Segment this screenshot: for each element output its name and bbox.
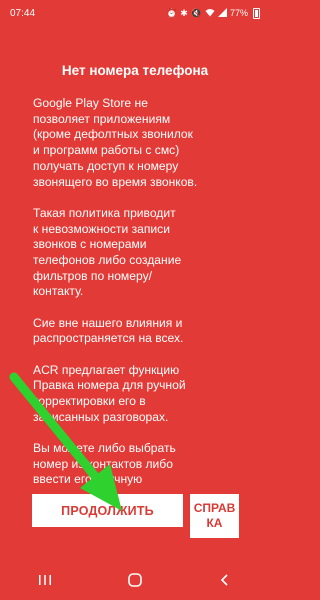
bluetooth-icon: ✱ xyxy=(180,7,188,18)
battery-icon xyxy=(253,7,260,19)
dialog-body: Google Play Store не позволяет приложени… xyxy=(33,96,265,491)
body-paragraph: Google Play Store не позволяет приложени… xyxy=(33,96,198,189)
body-paragraph: Такая политика приводит к невозможности … xyxy=(33,205,182,299)
navigation-bar xyxy=(0,560,270,600)
body-paragraph: Вы можете либо выбрать номер из контакто… xyxy=(33,441,176,487)
body-paragraph: ACR предлагает функцию Правка номера для… xyxy=(33,362,186,424)
home-icon[interactable] xyxy=(115,565,155,595)
help-button[interactable]: СПРАВ КА xyxy=(190,494,239,538)
recents-icon[interactable] xyxy=(25,565,65,595)
status-bar: 07:44 ⏰ ✱ 🔇 77% xyxy=(0,0,270,26)
wifi-icon xyxy=(205,8,215,19)
status-icons: ⏰ ✱ 🔇 77% xyxy=(166,7,260,19)
continue-button[interactable]: ПРОДОЛЖИТЬ xyxy=(32,494,183,527)
mute-icon: 🔇 xyxy=(190,7,202,18)
body-paragraph: Сие вне нашего влияния и распространяетс… xyxy=(33,315,184,346)
back-icon[interactable] xyxy=(205,565,245,595)
alarm-icon: ⏰ xyxy=(166,7,178,18)
status-time: 07:44 xyxy=(10,7,36,19)
dialog-title: Нет номера телефона xyxy=(61,63,209,78)
signal-icon xyxy=(217,7,227,19)
battery-percent: 77% xyxy=(229,8,248,18)
